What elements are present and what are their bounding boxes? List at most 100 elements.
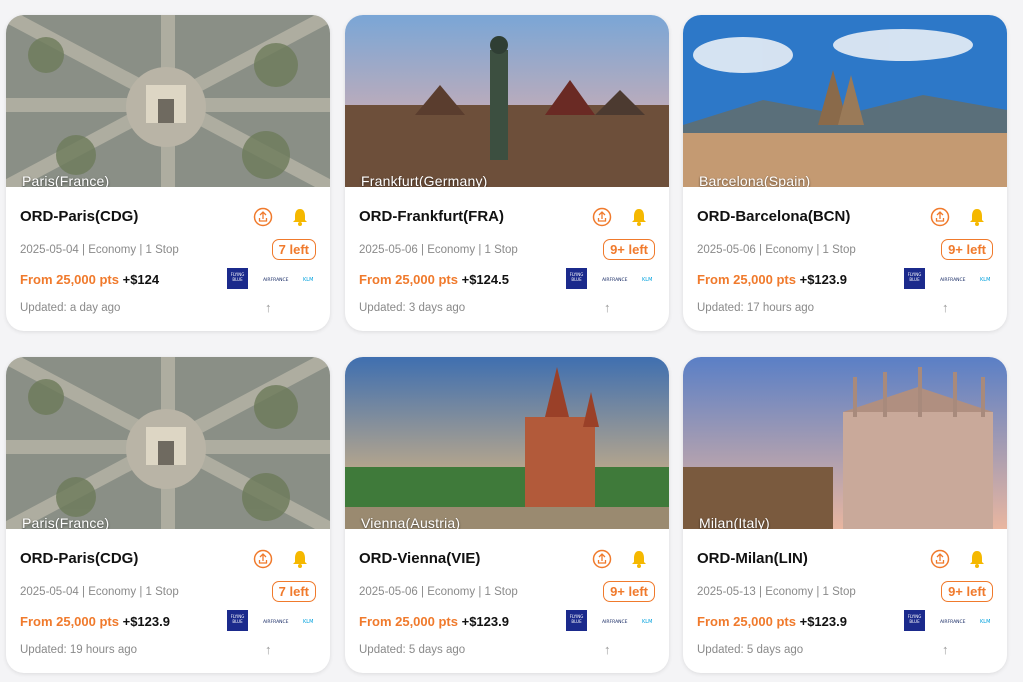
svg-text:AIRFRANCE: AIRFRANCE xyxy=(263,277,289,283)
svg-text:KLM: KLM xyxy=(303,619,313,625)
svg-text:AIRFRANCE: AIRFRANCE xyxy=(940,619,966,625)
destination-photo: Frankfurt(Germany) xyxy=(345,15,669,187)
share-button[interactable] xyxy=(252,548,274,570)
price: From 25,000 pts +$123.9 xyxy=(20,614,170,629)
bell-icon[interactable] xyxy=(289,206,311,228)
updated-time: Updated: 5 days ago xyxy=(697,644,804,656)
flight-card[interactable]: Paris(France) ORD-Paris(CDG) 2025-05-04 … xyxy=(6,357,330,673)
share-button[interactable] xyxy=(591,548,613,570)
share-button[interactable] xyxy=(591,206,613,228)
points-price: From 25,000 pts xyxy=(697,614,796,629)
svg-text:AIRFRANCE: AIRFRANCE xyxy=(602,277,628,283)
airline-logos: FLYING BLUE AIRFRANCE KLM xyxy=(904,268,1000,290)
cash-price: +$123.9 xyxy=(119,614,170,629)
points-price: From 25,000 pts xyxy=(697,272,796,287)
price: From 25,000 pts +$124 xyxy=(20,272,159,287)
seats-left-badge: 9+ left xyxy=(603,581,655,602)
price: From 25,000 pts +$123.9 xyxy=(697,614,847,629)
destination-caption: Milan(Italy) xyxy=(699,515,770,529)
bell-icon[interactable] xyxy=(966,206,988,228)
updated-time: Updated: 19 hours ago xyxy=(20,644,138,656)
seats-left-badge: 7 left xyxy=(271,581,316,602)
flight-card[interactable]: Milan(Italy) ORD-Milan(LIN) 2025-05-13 |… xyxy=(683,357,1007,673)
results-grid: Paris(France) ORD-Paris(CDG) 2025-05-04 … xyxy=(0,0,1023,682)
seats-left-badge: 7 left xyxy=(271,239,316,260)
share-button[interactable] xyxy=(929,206,951,228)
arrow-up-icon[interactable]: ↑ xyxy=(265,300,272,315)
route-title: ORD-Frankfurt(FRA) xyxy=(359,208,504,225)
airline-logos: FLYING BLUE AIRFRANCE KLM xyxy=(227,610,323,632)
updated-time: Updated: 17 hours ago xyxy=(697,302,815,314)
flight-card[interactable]: Paris(France) ORD-Paris(CDG) 2025-05-04 … xyxy=(6,15,330,331)
flight-details: 2025-05-04 | Economy | 1 Stop xyxy=(20,244,179,256)
flight-details: 2025-05-06 | Economy | 1 Stop xyxy=(359,244,518,256)
route-title: ORD-Paris(CDG) xyxy=(20,208,139,225)
svg-text:KLM: KLM xyxy=(980,277,990,283)
svg-text:BLUE: BLUE xyxy=(232,619,243,624)
seats-left-badge: 9+ left xyxy=(941,581,993,602)
destination-photo: Paris(France) xyxy=(6,357,330,529)
seats-left-badge: 9+ left xyxy=(603,239,655,260)
price: From 25,000 pts +$123.9 xyxy=(359,614,509,629)
destination-caption: Vienna(Austria) xyxy=(361,515,461,529)
seats-left-badge: 9+ left xyxy=(941,239,993,260)
bell-icon[interactable] xyxy=(628,206,650,228)
airline-logos: FLYING BLUE AIRFRANCE KLM xyxy=(904,610,1000,632)
flight-details: 2025-05-04 | Economy | 1 Stop xyxy=(20,586,179,598)
destination-caption: Paris(France) xyxy=(22,515,110,529)
svg-text:AIRFRANCE: AIRFRANCE xyxy=(602,619,628,625)
svg-text:BLUE: BLUE xyxy=(571,277,582,282)
svg-text:AIRFRANCE: AIRFRANCE xyxy=(940,277,966,283)
cash-price: +$123.9 xyxy=(796,272,847,287)
airline-logos: FLYING BLUE AIRFRANCE KLM xyxy=(227,268,323,290)
flight-details: 2025-05-13 | Economy | 1 Stop xyxy=(697,586,856,598)
points-price: From 25,000 pts xyxy=(20,614,119,629)
svg-text:BLUE: BLUE xyxy=(571,619,582,624)
price: From 25,000 pts +$124.5 xyxy=(359,272,509,287)
destination-caption: Frankfurt(Germany) xyxy=(361,173,488,187)
points-price: From 25,000 pts xyxy=(359,272,458,287)
svg-text:KLM: KLM xyxy=(980,619,990,625)
arrow-up-icon[interactable]: ↑ xyxy=(942,642,949,657)
bell-icon[interactable] xyxy=(289,548,311,570)
destination-caption: Paris(France) xyxy=(22,173,110,187)
destination-photo: Vienna(Austria) xyxy=(345,357,669,529)
svg-text:KLM: KLM xyxy=(642,619,652,625)
points-price: From 25,000 pts xyxy=(359,614,458,629)
arrow-up-icon[interactable]: ↑ xyxy=(604,642,611,657)
share-button[interactable] xyxy=(929,548,951,570)
bell-icon[interactable] xyxy=(628,548,650,570)
route-title: ORD-Barcelona(BCN) xyxy=(697,208,851,225)
destination-photo: Milan(Italy) xyxy=(683,357,1007,529)
arrow-up-icon[interactable]: ↑ xyxy=(604,300,611,315)
route-title: ORD-Milan(LIN) xyxy=(697,550,808,567)
svg-text:BLUE: BLUE xyxy=(909,619,920,624)
route-title: ORD-Vienna(VIE) xyxy=(359,550,481,567)
flight-card[interactable]: Frankfurt(Germany) ORD-Frankfurt(FRA) 20… xyxy=(345,15,669,331)
airline-logos: FLYING BLUE AIRFRANCE KLM xyxy=(566,610,662,632)
updated-time: Updated: 3 days ago xyxy=(359,302,466,314)
cash-price: +$124.5 xyxy=(458,272,509,287)
flight-card[interactable]: Barcelona(Spain) ORD-Barcelona(BCN) 2025… xyxy=(683,15,1007,331)
share-button[interactable] xyxy=(252,206,274,228)
bell-icon[interactable] xyxy=(966,548,988,570)
flight-details: 2025-05-06 | Economy | 1 Stop xyxy=(697,244,856,256)
destination-photo: Barcelona(Spain) xyxy=(683,15,1007,187)
airline-logos: FLYING BLUE AIRFRANCE KLM xyxy=(566,268,662,290)
updated-time: Updated: a day ago xyxy=(20,302,121,314)
price: From 25,000 pts +$123.9 xyxy=(697,272,847,287)
points-price: From 25,000 pts xyxy=(20,272,119,287)
cash-price: +$123.9 xyxy=(796,614,847,629)
svg-text:BLUE: BLUE xyxy=(232,277,243,282)
destination-photo: Paris(France) xyxy=(6,15,330,187)
svg-text:KLM: KLM xyxy=(642,277,652,283)
cash-price: +$123.9 xyxy=(458,614,509,629)
arrow-up-icon[interactable]: ↑ xyxy=(942,300,949,315)
svg-text:BLUE: BLUE xyxy=(909,277,920,282)
cash-price: +$124 xyxy=(119,272,160,287)
svg-text:KLM: KLM xyxy=(303,277,313,283)
arrow-up-icon[interactable]: ↑ xyxy=(265,642,272,657)
flight-card[interactable]: Vienna(Austria) ORD-Vienna(VIE) 2025-05-… xyxy=(345,357,669,673)
destination-caption: Barcelona(Spain) xyxy=(699,173,811,187)
updated-time: Updated: 5 days ago xyxy=(359,644,466,656)
